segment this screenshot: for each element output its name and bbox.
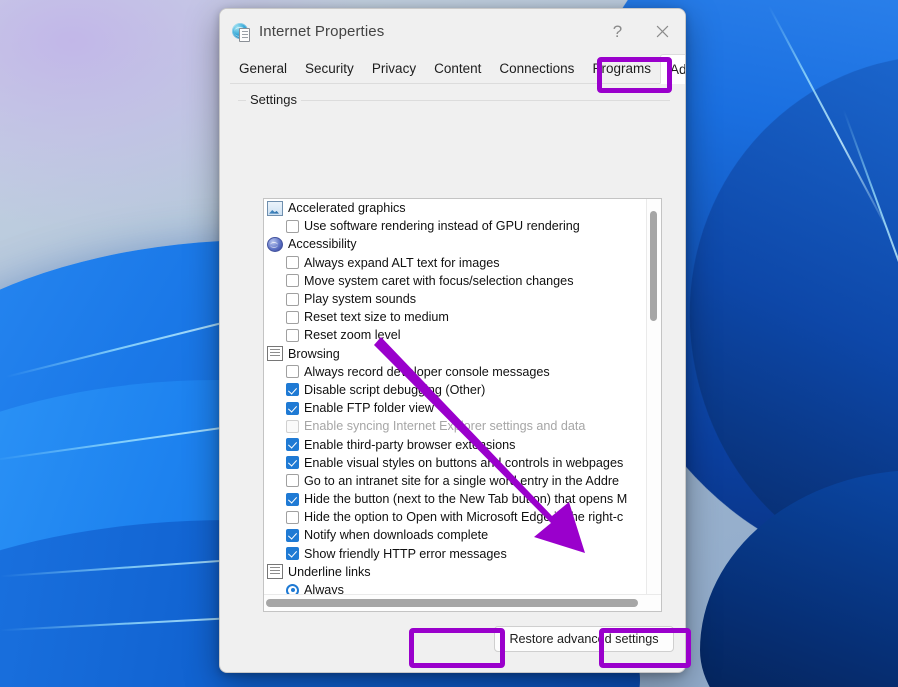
settings-row-label: Disable script debugging (Other) xyxy=(304,382,486,397)
internet-properties-icon xyxy=(232,22,250,42)
settings-option-row[interactable]: Reset text size to medium xyxy=(264,308,647,326)
checkbox[interactable] xyxy=(286,292,299,306)
checkbox[interactable] xyxy=(286,438,299,452)
checkbox[interactable] xyxy=(286,474,299,488)
settings-row-label: Always record developer console messages xyxy=(304,364,550,379)
settings-row-label: Accessibility xyxy=(288,237,357,252)
settings-group-row[interactable]: Accelerated graphics xyxy=(264,199,647,217)
settings-option-row[interactable]: Disable script debugging (Other) xyxy=(264,381,647,399)
settings-option-row[interactable]: Enable third-party browser extensions xyxy=(264,435,647,453)
close-glyph xyxy=(656,25,669,38)
horizontal-scrollbar[interactable] xyxy=(264,594,661,611)
accessibility-icon xyxy=(267,236,283,252)
settings-row-label: Play system sounds xyxy=(304,292,416,307)
tab-content[interactable]: Content xyxy=(425,54,490,83)
underline-links-icon xyxy=(267,564,283,580)
settings-row-label: Browsing xyxy=(288,346,340,361)
browsing-icon xyxy=(267,346,283,362)
settings-row-label: Enable visual styles on buttons and cont… xyxy=(304,455,624,470)
settings-row-label: Hide the button (next to the New Tab but… xyxy=(304,492,628,507)
settings-option-row[interactable]: Play system sounds xyxy=(264,290,647,308)
title-bar[interactable]: Internet Properties ? xyxy=(220,9,685,54)
settings-row-label: Reset text size to medium xyxy=(304,310,449,325)
settings-row-label: Go to an intranet site for a single word… xyxy=(304,473,620,488)
settings-option-row[interactable]: Hide the button (next to the New Tab but… xyxy=(264,490,647,508)
checkbox[interactable] xyxy=(286,419,299,433)
document-icon xyxy=(239,27,250,42)
settings-row-label: Move system caret with focus/selection c… xyxy=(304,273,574,288)
settings-list[interactable]: Accelerated graphics Use software renderi… xyxy=(263,198,662,612)
settings-option-row[interactable]: Enable FTP folder view xyxy=(264,399,647,417)
settings-row-label: Accelerated graphics xyxy=(288,201,406,216)
tab-strip: General Security Privacy Content Connect… xyxy=(230,54,685,84)
checkbox[interactable] xyxy=(286,310,299,324)
internet-properties-dialog: Internet Properties ? General Security P… xyxy=(219,8,686,673)
restore-advanced-settings-button[interactable]: Restore advanced settings xyxy=(494,626,674,652)
tab-advanced[interactable]: Advanced xyxy=(659,54,685,84)
settings-row-label: Show friendly HTTP error messages xyxy=(304,546,507,561)
settings-option-row[interactable]: Hide the option to Open with Microsoft E… xyxy=(264,508,647,526)
settings-row-label: Use software rendering instead of GPU re… xyxy=(304,219,580,234)
settings-option-row[interactable]: Enable visual styles on buttons and cont… xyxy=(264,454,647,472)
vertical-scrollbar[interactable] xyxy=(646,199,661,595)
close-icon[interactable] xyxy=(640,9,685,54)
settings-row-label: Enable FTP folder view xyxy=(304,401,434,416)
horizontal-scrollbar-thumb[interactable] xyxy=(266,599,638,607)
settings-group-row[interactable]: Browsing xyxy=(264,345,647,363)
settings-group-row[interactable]: Accessibility xyxy=(264,235,647,253)
settings-option-row[interactable]: Go to an intranet site for a single word… xyxy=(264,472,647,490)
settings-option-row[interactable]: Move system caret with focus/selection c… xyxy=(264,272,647,290)
settings-option-row[interactable]: Notify when downloads complete xyxy=(264,526,647,544)
window-controls: ? xyxy=(595,9,685,54)
checkbox[interactable] xyxy=(286,456,299,470)
help-button[interactable]: ? xyxy=(595,9,640,54)
tab-security[interactable]: Security xyxy=(296,54,363,83)
settings-option-row[interactable]: Always record developer console messages xyxy=(264,363,647,381)
settings-row-label: Reset zoom level xyxy=(304,328,401,343)
settings-row-label: Always expand ALT text for images xyxy=(304,255,500,270)
settings-list-items: Accelerated graphics Use software renderi… xyxy=(264,199,647,595)
tab-general[interactable]: General xyxy=(230,54,296,83)
checkbox[interactable] xyxy=(286,547,299,561)
tab-privacy[interactable]: Privacy xyxy=(363,54,425,83)
settings-option-row[interactable]: Enable syncing Internet Explorer setting… xyxy=(264,417,647,435)
settings-option-row[interactable]: Always expand ALT text for images xyxy=(264,254,647,272)
checkbox[interactable] xyxy=(286,401,299,415)
tab-connections[interactable]: Connections xyxy=(490,54,583,83)
tab-programs[interactable]: Programs xyxy=(583,54,660,83)
dialog-body: Settings Accelerated graphics Use softwar… xyxy=(230,84,675,654)
settings-group-row[interactable]: Underline links xyxy=(264,563,647,581)
settings-row-label: Underline links xyxy=(288,564,371,579)
checkbox[interactable] xyxy=(286,492,299,506)
settings-row-label: Notify when downloads complete xyxy=(304,528,489,543)
settings-option-row[interactable]: Show friendly HTTP error messages xyxy=(264,545,647,563)
checkbox[interactable] xyxy=(286,219,299,233)
vertical-scrollbar-thumb[interactable] xyxy=(650,211,657,321)
checkbox[interactable] xyxy=(286,256,299,270)
settings-row-label: Hide the option to Open with Microsoft E… xyxy=(304,510,624,525)
checkbox[interactable] xyxy=(286,383,299,397)
checkbox[interactable] xyxy=(286,510,299,524)
image-icon xyxy=(267,200,283,216)
settings-row-label: Enable third-party browser extensions xyxy=(304,437,516,452)
window-title: Internet Properties xyxy=(259,23,385,40)
checkbox[interactable] xyxy=(286,528,299,542)
checkbox[interactable] xyxy=(286,328,299,342)
desktop-screen: Internet Properties ? General Security P… xyxy=(0,0,898,687)
settings-row-label: Enable syncing Internet Explorer setting… xyxy=(304,419,586,434)
checkbox[interactable] xyxy=(286,365,299,379)
settings-option-row[interactable]: Always xyxy=(264,581,647,595)
groupbox-border xyxy=(238,100,670,101)
checkbox[interactable] xyxy=(286,274,299,288)
settings-option-row[interactable]: Use software rendering instead of GPU re… xyxy=(264,217,647,235)
settings-label: Settings xyxy=(246,92,301,107)
settings-option-row[interactable]: Reset zoom level xyxy=(264,326,647,344)
